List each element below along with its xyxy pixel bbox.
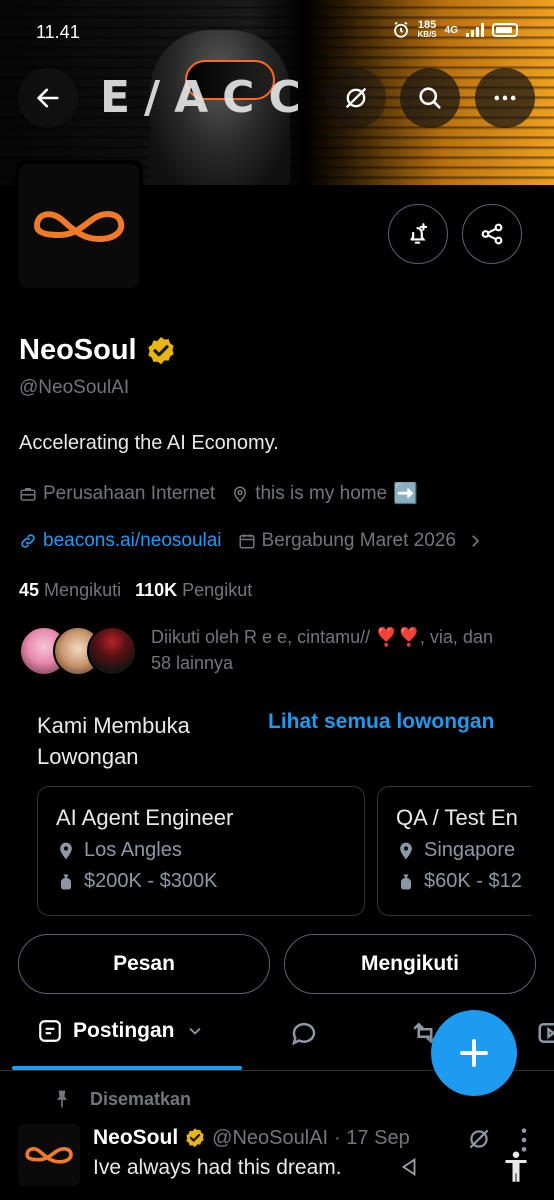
followed-by-text: Diikuti oleh R e e, cintamu// ❣️❣️, via,… — [151, 627, 493, 673]
followers-count: 110K — [135, 580, 178, 600]
posts-icon — [39, 1020, 61, 1042]
compose-button[interactable] — [431, 1010, 517, 1096]
search-icon — [419, 87, 441, 109]
post-header: NeoSoul @NeoSoulAI · 17 Sep — [93, 1126, 410, 1150]
verified-icon — [186, 1128, 204, 1148]
chevron-down-icon — [188, 1027, 201, 1035]
link-icon — [21, 534, 35, 548]
tab-replies[interactable] — [289, 1018, 319, 1048]
grok-icon[interactable] — [466, 1126, 492, 1152]
follower-avatar-3 — [87, 626, 137, 676]
job-salary: $200K - $300K — [84, 870, 218, 892]
back-arrow-icon — [36, 88, 59, 108]
location-emoji: ➡️ — [393, 483, 419, 505]
share-button[interactable] — [462, 204, 522, 264]
search-button[interactable] — [400, 68, 460, 128]
profile-website-link[interactable]: beacons.ai/neosoulai — [43, 530, 222, 552]
profile-avatar[interactable] — [15, 160, 143, 292]
calendar-icon — [239, 534, 255, 549]
profile-bio: Accelerating the AI Economy. — [19, 432, 279, 454]
profile-name-text: NeoSoul — [19, 334, 137, 366]
job-title: QA / Test En — [396, 805, 518, 830]
job-salary-row: $200K - $300K — [56, 870, 346, 893]
accessibility-icon[interactable] — [502, 1150, 530, 1184]
pinned-label: Disematkan — [90, 1088, 192, 1109]
briefcase-icon — [20, 487, 36, 501]
infinity-logo-icon — [25, 1146, 73, 1164]
more-icon — [494, 95, 516, 101]
following-count: 45 — [19, 580, 40, 600]
profile-location: this is my home — [255, 482, 388, 504]
alarm-icon — [393, 21, 408, 38]
profile-name: NeoSoul — [19, 334, 177, 367]
job-card[interactable]: AI Agent Engineer Los Angles $200K - $30… — [37, 786, 365, 916]
post-date: · 17 Sep — [334, 1126, 410, 1149]
location-icon — [400, 842, 412, 859]
follow-counts: 45 Mengikuti 110K Pengikut — [19, 580, 252, 601]
following-count-link[interactable]: 45 Mengikuti — [19, 580, 121, 601]
network-speed-value: 185 — [417, 19, 437, 31]
profile-handle: @NeoSoulAI — [19, 377, 130, 398]
chevron-right-icon[interactable] — [466, 532, 484, 550]
more-button[interactable] — [475, 68, 535, 128]
jobs-see-all-link[interactable]: Lihat semua lowongan — [268, 710, 494, 734]
compose-plus-icon — [460, 1039, 488, 1067]
battery-icon — [492, 23, 518, 37]
job-location: Los Angles — [84, 839, 182, 861]
grok-button[interactable] — [326, 68, 386, 128]
share-icon — [481, 223, 503, 245]
followed-by[interactable]: Diikuti oleh R e e, cintamu// ❣️❣️, via,… — [19, 624, 511, 678]
jobs-section-title: Kami Membuka Lowongan — [37, 713, 190, 769]
job-location-row: Los Angles — [56, 839, 346, 862]
following-button[interactable]: Mengikuti — [284, 934, 536, 994]
location-icon — [234, 486, 247, 503]
status-icons: 185 KB/S 4G — [392, 20, 518, 40]
job-location: Singapore — [424, 839, 516, 861]
message-button[interactable]: Pesan — [18, 934, 270, 994]
grok-icon — [345, 87, 367, 109]
network-type: 4G — [444, 24, 458, 36]
pin-icon — [57, 1090, 67, 1109]
profile-meta-row-2: beacons.ai/neosoulai Bergabung Maret 202… — [19, 530, 484, 552]
location-icon — [60, 842, 72, 859]
follower-avatars — [19, 624, 137, 678]
job-card[interactable]: QA / Test En Singapore $60K - $12 — [377, 786, 532, 916]
infinity-logo-icon — [33, 211, 125, 243]
profile-joined: Bergabung Maret 2026 — [261, 530, 456, 551]
job-title: AI Agent Engineer — [56, 805, 234, 830]
tab-posts[interactable]: Postingan — [37, 1018, 205, 1044]
verified-icon[interactable] — [145, 335, 177, 367]
nav-back-icon[interactable] — [398, 1156, 420, 1178]
pinned-label-row: Disematkan — [52, 1088, 191, 1110]
banner-brand-text: E/ACC — [100, 72, 315, 123]
network-speed: 185 KB/S — [418, 20, 437, 40]
post-handle: @NeoSoulAI — [212, 1126, 329, 1149]
tab-posts-label: Postingan — [73, 1019, 175, 1042]
post-text[interactable]: Ive always had this dream. — [93, 1156, 342, 1180]
profile-category: Perusahaan Internet — [43, 482, 216, 504]
status-time: 11.41 — [36, 22, 80, 42]
notify-plus-icon — [410, 223, 428, 244]
job-salary-row: $60K - $12 — [396, 870, 522, 893]
signal-icon — [466, 23, 484, 37]
notify-button[interactable] — [388, 204, 448, 264]
following-label: Mengikuti — [44, 580, 122, 600]
post-author[interactable]: NeoSoul — [93, 1126, 178, 1150]
money-bag-icon — [401, 874, 411, 889]
status-bar: 11.41 185 KB/S 4G — [0, 18, 554, 48]
profile-meta-row-1: Perusahaan Internet this is my home ➡️ — [19, 481, 418, 506]
tab-media[interactable] — [536, 1018, 554, 1048]
money-bag-icon — [61, 874, 71, 889]
back-button[interactable] — [18, 68, 78, 128]
followers-label: Pengikut — [182, 580, 253, 600]
job-location-row: Singapore — [396, 839, 516, 862]
followers-count-link[interactable]: 110K Pengikut — [135, 580, 252, 601]
job-salary: $60K - $12 — [424, 870, 522, 892]
network-speed-unit: KB/S — [417, 30, 437, 39]
avatar-logo-tile — [19, 164, 139, 288]
post-avatar[interactable] — [18, 1124, 80, 1186]
